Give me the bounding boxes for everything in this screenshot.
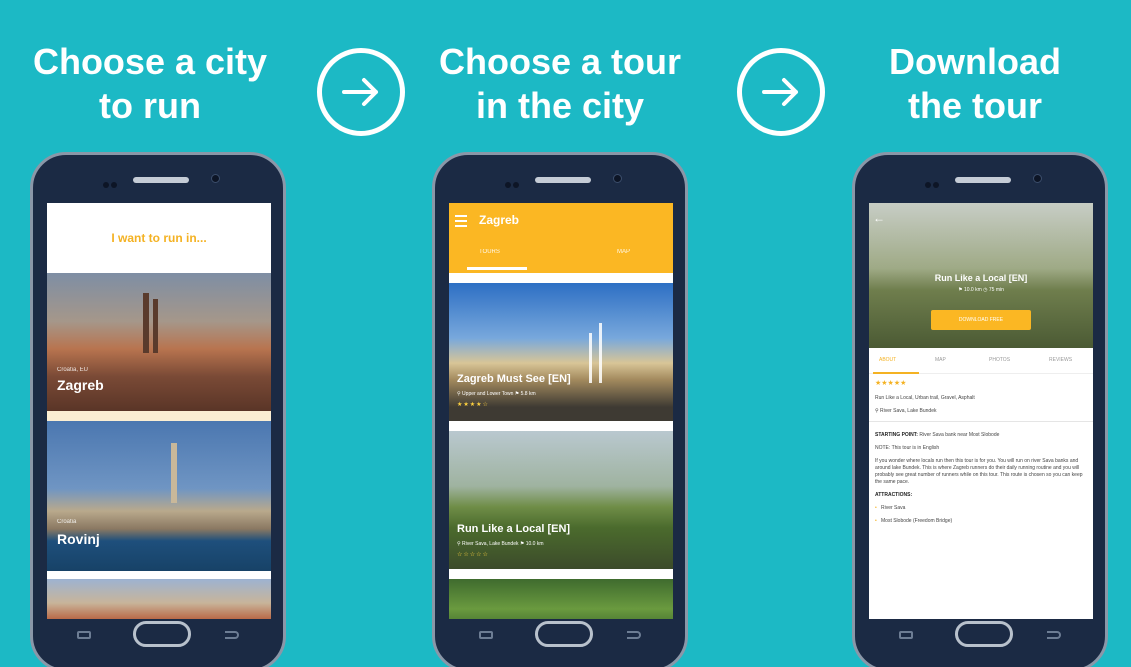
cathedral-tower bbox=[153, 299, 158, 353]
back-key[interactable] bbox=[1047, 631, 1061, 639]
attractions-heading: ATTRACTIONS: bbox=[875, 492, 913, 498]
tour-card[interactable]: Run Like a Local [EN] ⚲ River Sava, Lake… bbox=[449, 431, 673, 569]
back-key[interactable] bbox=[627, 631, 641, 639]
tab-reviews[interactable]: REVIEWS bbox=[1049, 357, 1072, 363]
active-tab-indicator bbox=[873, 372, 919, 374]
front-camera-icon bbox=[613, 174, 622, 183]
starting-point-label: STARTING POINT: bbox=[875, 432, 918, 438]
tour-title: Zagreb Must See [EN] bbox=[457, 373, 571, 385]
tour-meta: ⚲ River Sava, Lake Bundek ⚑ 10.0 km bbox=[457, 541, 544, 547]
arrow-right-icon bbox=[737, 48, 825, 136]
tour-rating: ☆☆☆☆☆ bbox=[457, 552, 489, 558]
headline-download-tour: Download the tour bbox=[850, 40, 1100, 128]
headline-line: the tour bbox=[908, 85, 1042, 126]
front-camera-icon bbox=[1033, 174, 1042, 183]
starting-point-value: River Sava bank near Most Slobode bbox=[917, 432, 1000, 438]
tour-meta: ⚲ Upper and Lower Town ⚑ 5.8 km bbox=[457, 391, 536, 397]
tour-detail-screen: ← Run Like a Local [EN] ⚑ 10.0 km ◷ 75 m… bbox=[869, 203, 1093, 619]
tab-map[interactable]: MAP bbox=[935, 357, 946, 363]
tour-rating: ★★★★★ bbox=[875, 380, 907, 387]
city-card-partial[interactable] bbox=[47, 579, 271, 619]
tour-title: Run Like a Local [EN] bbox=[457, 523, 571, 535]
attraction-item: Most Slobode (Freedom Bridge) bbox=[875, 518, 1087, 525]
city-select-screen: I want to run in... Croatia, EU Zagreb C… bbox=[47, 203, 271, 619]
tour-rating: ★★★★☆ bbox=[457, 402, 489, 408]
city-photo-rovinj bbox=[47, 421, 271, 571]
recent-apps-key[interactable] bbox=[479, 631, 493, 639]
tour-hero-meta: ⚑ 10.0 km ◷ 75 min bbox=[958, 287, 1004, 293]
language-note: NOTE: This tour is in English bbox=[875, 445, 940, 451]
phone-mockup-tour-list: Zagreb TOURS MAP Zagreb Must See [EN] ⚲ … bbox=[432, 152, 688, 667]
city-name: Rovinj bbox=[57, 531, 100, 547]
city-card-zagreb[interactable]: Croatia, EU Zagreb bbox=[47, 273, 271, 421]
phone-speaker bbox=[955, 177, 1011, 183]
tab-about[interactable]: ABOUT bbox=[879, 357, 896, 363]
recent-apps-key[interactable] bbox=[77, 631, 91, 639]
starting-point: STARTING POINT: River Sava bank near Mos… bbox=[875, 432, 1087, 439]
tab-photos[interactable]: PHOTOS bbox=[989, 357, 1010, 363]
arrow-right-icon bbox=[317, 48, 405, 136]
phone-mockup-tour-detail: ← Run Like a Local [EN] ⚑ 10.0 km ◷ 75 m… bbox=[852, 152, 1108, 667]
tour-card[interactable]: Zagreb Must See [EN] ⚲ Upper and Lower T… bbox=[449, 283, 673, 421]
detail-tabs: ABOUT MAP PHOTOS REVIEWS bbox=[869, 348, 1093, 374]
run-in-prompt: I want to run in... bbox=[47, 203, 271, 273]
tour-description-text: If you wonder where locals run then this… bbox=[875, 458, 1083, 485]
headline-choose-city: Choose a city to run bbox=[30, 40, 270, 128]
sensor-dots bbox=[925, 175, 941, 188]
bell-tower bbox=[171, 443, 177, 503]
app-bar: Zagreb TOURS MAP bbox=[449, 203, 673, 273]
back-key[interactable] bbox=[225, 631, 239, 639]
card-separator bbox=[47, 411, 271, 421]
phone-speaker bbox=[535, 177, 591, 183]
headline-line: to run bbox=[99, 85, 201, 126]
app-bar-title: Zagreb bbox=[479, 213, 520, 227]
headline-line: in the city bbox=[475, 85, 645, 126]
headline-line: Choose a city bbox=[32, 41, 268, 82]
phone-speaker bbox=[133, 177, 189, 183]
city-subtitle: Croatia, EU bbox=[57, 367, 89, 373]
download-free-button[interactable]: DOWNLOAD FREE bbox=[931, 310, 1031, 330]
active-tab-indicator bbox=[467, 267, 527, 270]
headline-line: Download bbox=[889, 41, 1061, 82]
city-subtitle: Croatia bbox=[57, 519, 77, 525]
home-button[interactable] bbox=[133, 621, 191, 647]
fountain-jet bbox=[599, 323, 602, 383]
tour-hero: ← Run Like a Local [EN] ⚑ 10.0 km ◷ 75 m… bbox=[869, 203, 1093, 348]
city-card-rovinj[interactable]: Croatia Rovinj bbox=[47, 421, 271, 571]
headline-choose-tour: Choose a tour in the city bbox=[430, 40, 690, 128]
city-name: Zagreb bbox=[57, 377, 104, 393]
tour-list-screen: Zagreb TOURS MAP Zagreb Must See [EN] ⚲ … bbox=[449, 203, 673, 619]
tour-hero-title: Run Like a Local [EN] bbox=[934, 273, 1028, 283]
tour-location: ⚲ River Sava, Lake Bundek bbox=[875, 408, 937, 414]
attractions-label: ATTRACTIONS: bbox=[875, 492, 1087, 499]
cathedral-tower bbox=[143, 293, 149, 353]
recent-apps-key[interactable] bbox=[899, 631, 913, 639]
phone-mockup-city-select: I want to run in... Croatia, EU Zagreb C… bbox=[30, 152, 286, 667]
sensor-dots bbox=[103, 175, 119, 188]
city-photo-partial bbox=[47, 579, 271, 619]
sensor-dots bbox=[505, 175, 521, 188]
tour-card-partial[interactable] bbox=[449, 579, 673, 619]
divider bbox=[869, 421, 1093, 422]
tour-tags: Run Like a Local, Urban trail, Gravel, A… bbox=[875, 395, 975, 401]
home-button[interactable] bbox=[535, 621, 593, 647]
tab-tours[interactable]: TOURS bbox=[479, 249, 500, 255]
fountain-jet bbox=[589, 333, 592, 383]
tour-description: ★★★★★ Run Like a Local, Urban trail, Gra… bbox=[869, 374, 1093, 537]
headline-line: Choose a tour bbox=[438, 41, 681, 82]
back-arrow-icon[interactable]: ← bbox=[873, 211, 885, 225]
home-button[interactable] bbox=[955, 621, 1013, 647]
tab-map[interactable]: MAP bbox=[617, 249, 630, 255]
hamburger-menu-icon[interactable] bbox=[455, 215, 467, 230]
front-camera-icon bbox=[211, 174, 220, 183]
attraction-item: River Sava bbox=[875, 505, 1087, 512]
